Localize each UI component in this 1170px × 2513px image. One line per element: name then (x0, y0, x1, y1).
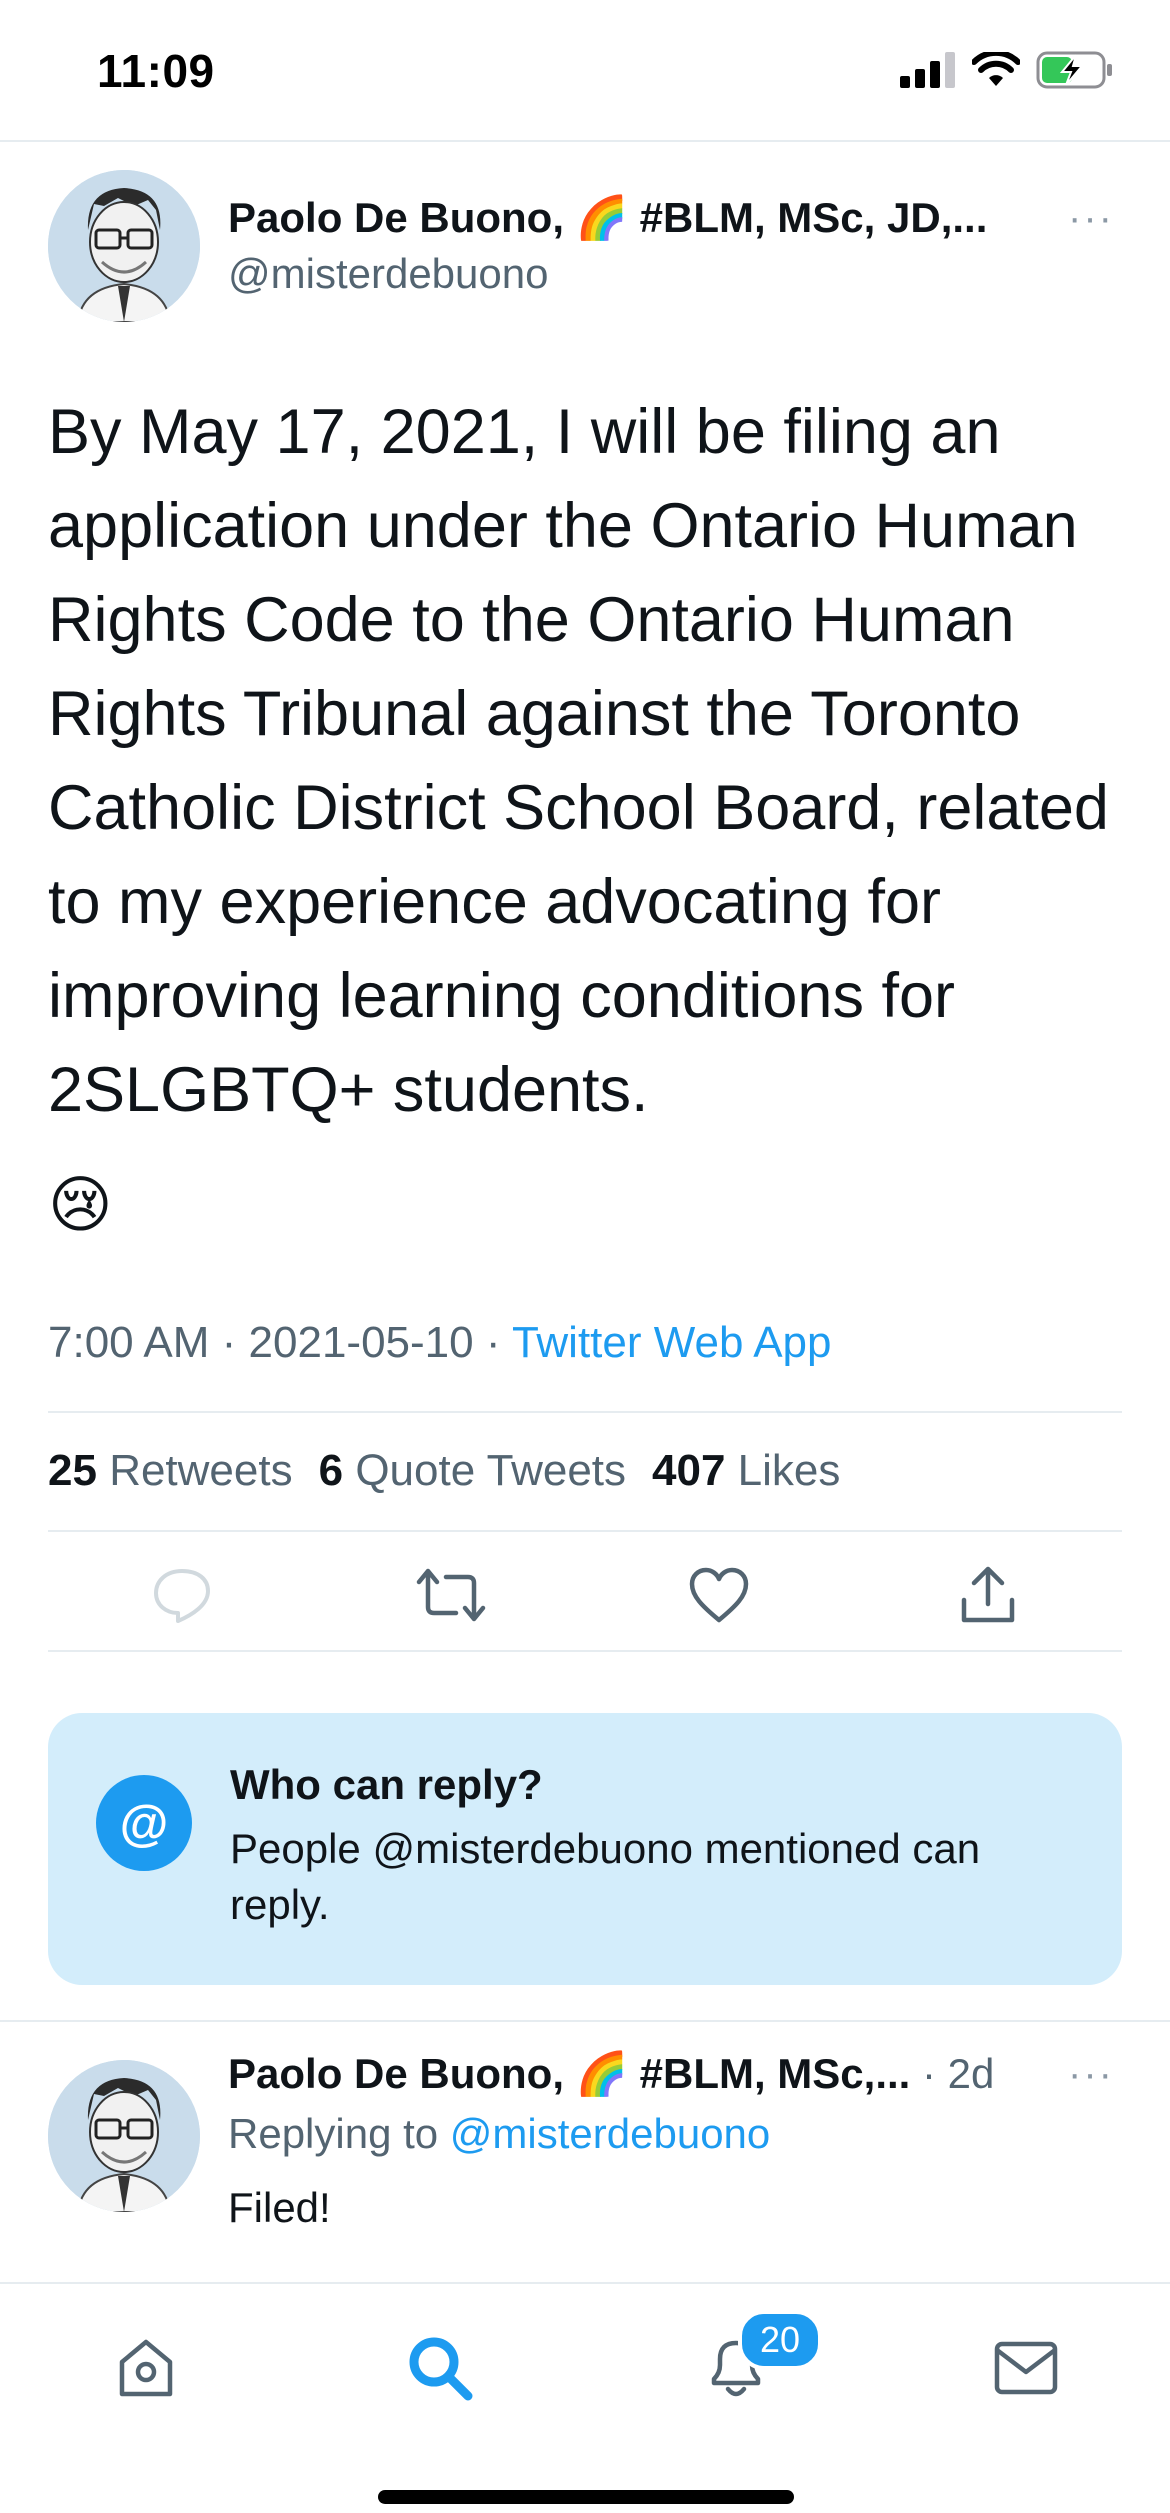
header-divider (0, 140, 1170, 142)
reply-more-options-icon[interactable]: ··· (1068, 2052, 1114, 2097)
tweet-timestamp: 7:00 AM · 2021-05-10 · Twitter Web App (48, 1318, 832, 1368)
divider (48, 1411, 1122, 1413)
likes-count: 407 (652, 1446, 726, 1495)
search-icon (409, 2337, 473, 2401)
likes-stat[interactable]: 407 Likes (652, 1446, 840, 1495)
like-button[interactable] (679, 1555, 759, 1635)
home-icon (119, 2339, 173, 2397)
tweet-emoji: 😢 (48, 1171, 113, 1240)
quote-tweets-count: 6 (318, 1446, 344, 1495)
retweet-icon (416, 1568, 485, 1622)
status-time: 11:09 (97, 45, 215, 97)
who-can-reply-card: @ Who can reply? People @misterdebuono m… (48, 1713, 1122, 1985)
author-avatar[interactable] (48, 170, 200, 322)
share-icon (961, 1566, 1014, 1623)
tweet-source-link[interactable]: Twitter Web App (512, 1318, 832, 1367)
quote-tweets-label: Quote Tweets (355, 1446, 627, 1495)
reply-icon (154, 1569, 211, 1623)
divider (48, 1650, 1122, 1652)
retweet-button[interactable] (411, 1555, 491, 1635)
at-sign-icon: @ (96, 1775, 192, 1871)
retweets-count: 25 (48, 1446, 97, 1495)
cellular-signal-icon (900, 52, 955, 88)
author-handle[interactable]: @misterdebuono (228, 250, 548, 298)
reply-text: Filed! (228, 2184, 331, 2231)
meta-separator: · (473, 1318, 512, 1367)
tweet-time[interactable]: 7:00 AM (48, 1318, 209, 1367)
tweet-stats: 25 Retweets 6 Quote Tweets 407 Likes (48, 1446, 840, 1496)
avatar-portrait-icon (48, 2060, 200, 2212)
more-options-icon[interactable]: ··· (1068, 196, 1114, 241)
quote-tweets-stat[interactable]: 6 Quote Tweets (319, 1446, 626, 1495)
retweets-stat[interactable]: 25 Retweets (48, 1446, 293, 1495)
mail-icon (994, 2341, 1058, 2395)
status-icons (900, 48, 1114, 92)
author-name[interactable]: Paolo De Buono, 🌈 #BLM, MSc, JD,... (228, 194, 987, 243)
who-can-reply-title: Who can reply? (230, 1761, 543, 1808)
notifications-badge: 20 (738, 2310, 822, 2370)
tweet-text: By May 17, 2021, I will be filing an app… (48, 397, 1109, 1125)
wifi-icon (972, 52, 1020, 86)
share-button[interactable] (948, 1555, 1028, 1635)
heart-icon (690, 1567, 749, 1623)
reply-button[interactable] (142, 1555, 222, 1635)
battery-charging-icon (1036, 51, 1112, 89)
tab-home[interactable] (106, 2328, 186, 2408)
replying-to-label: Replying to (228, 2110, 450, 2157)
reply-author-avatar[interactable] (48, 2060, 200, 2212)
home-indicator[interactable] (378, 2490, 794, 2504)
bottom-tab-bar: 20 (0, 2282, 1170, 2513)
tweet-date[interactable]: 2021-05-10 (249, 1318, 474, 1367)
tweet-action-bar (48, 1532, 1122, 1658)
retweets-label: Retweets (109, 1446, 293, 1495)
avatar-portrait-icon (48, 170, 200, 322)
tab-messages[interactable] (986, 2328, 1066, 2408)
reply-time[interactable]: · 2d (910, 2050, 994, 2097)
likes-label: Likes (737, 1446, 841, 1495)
replying-to: Replying to @misterdebuono (228, 2110, 770, 2158)
who-can-reply-body: People @misterdebuono mentioned can repl… (230, 1825, 981, 1928)
meta-separator: · (209, 1318, 249, 1367)
reply-author-name[interactable]: Paolo De Buono, 🌈 #BLM, MSc,... (228, 2050, 910, 2097)
tab-search[interactable] (400, 2328, 480, 2408)
reply-header: Paolo De Buono, 🌈 #BLM, MSc,... · 2d (228, 2050, 994, 2099)
reply-tweet[interactable]: Paolo De Buono, 🌈 #BLM, MSc,... · 2d ···… (0, 2022, 1170, 2280)
replying-to-mention[interactable]: @misterdebuono (450, 2110, 770, 2157)
